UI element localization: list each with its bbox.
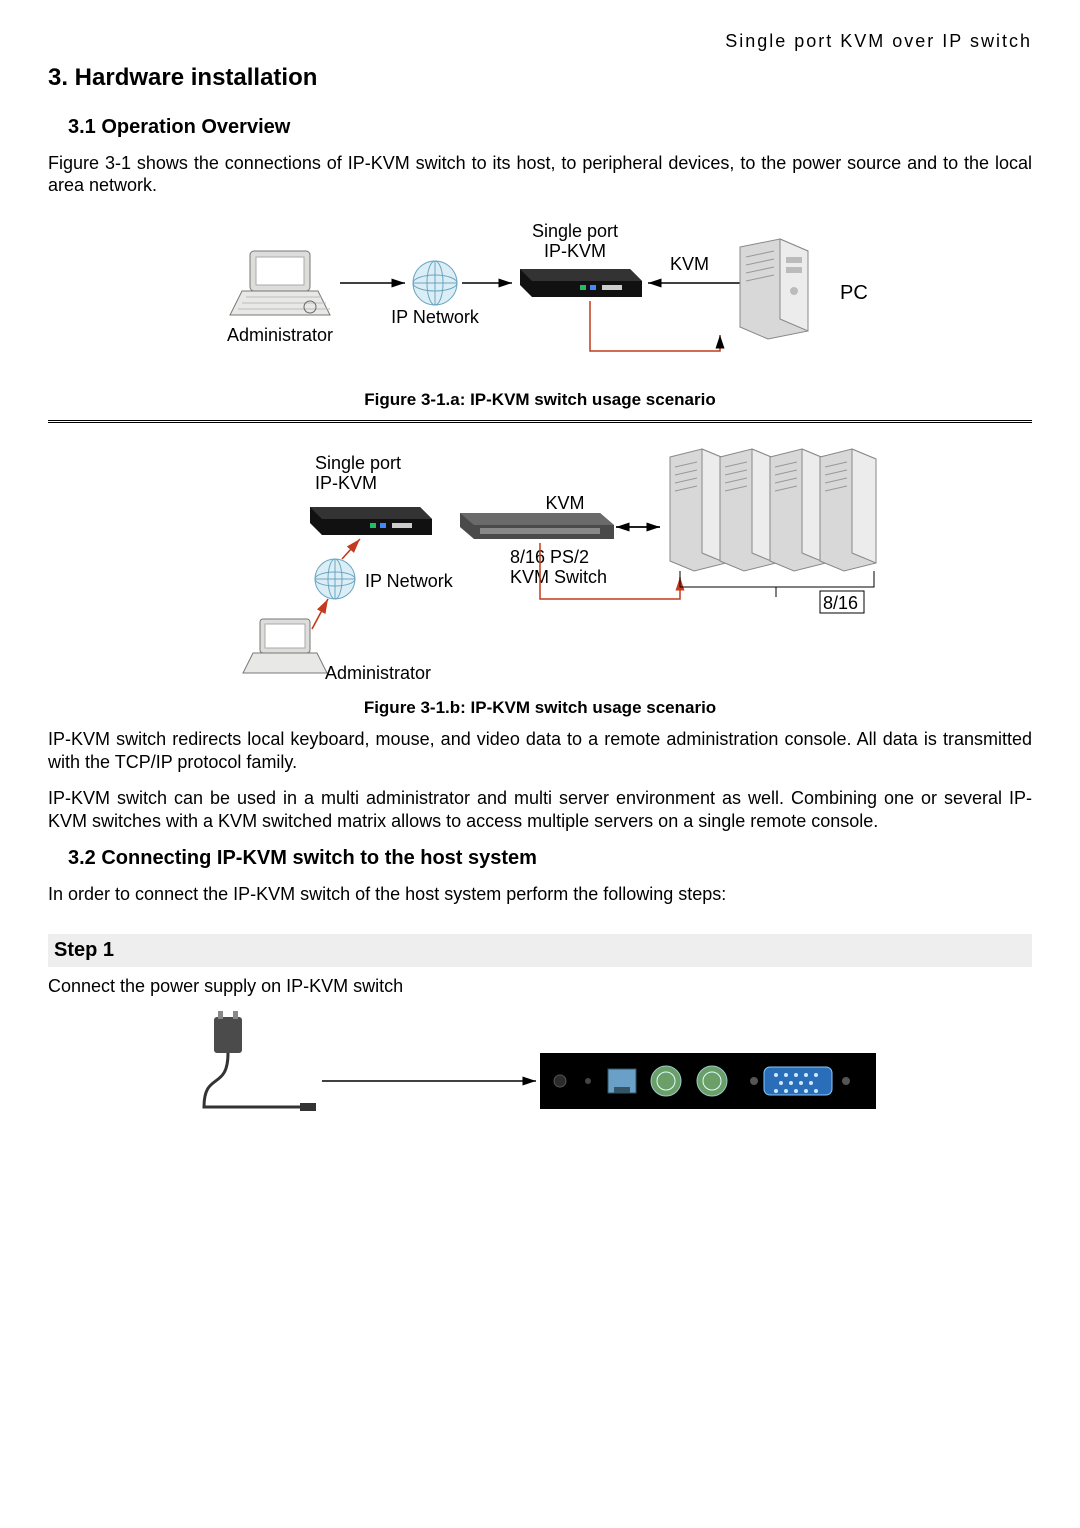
figure-3-1-b-caption: Figure 3-1.b: IP-KVM switch usage scenar… — [48, 697, 1032, 718]
running-header: Single port KVM over IP switch — [48, 30, 1032, 53]
ipkvm-box-icon — [520, 269, 642, 297]
kvm-switch-icon — [460, 513, 614, 539]
power-adapter-icon — [204, 1011, 316, 1111]
label-sp1b: Single port — [315, 453, 401, 473]
chapter-title: 3. Hardware installation — [48, 63, 1032, 93]
pc-tower-icon — [740, 239, 808, 339]
screw-icon — [750, 1077, 758, 1085]
label-ipnet: IP Network — [391, 307, 480, 327]
label-servers-count: 8/16 — [823, 593, 858, 613]
label-admin: Administrator — [227, 325, 333, 345]
section-3-1-para2: IP-KVM switch redirects local keyboard, … — [48, 728, 1032, 773]
section-3-1-para3: IP-KVM switch can be used in a multi adm… — [48, 787, 1032, 832]
dc-jack-icon — [554, 1075, 566, 1087]
ps2-port-icon — [651, 1066, 681, 1096]
server-tower-icon — [770, 449, 826, 571]
laptop-icon — [230, 251, 330, 315]
step1-title: Step 1 — [48, 934, 1032, 967]
laptop-icon-b — [243, 619, 327, 673]
label-sp2: IP-KVM — [544, 241, 606, 261]
label-sp1: Single port — [532, 221, 618, 241]
label-sw2: KVM Switch — [510, 567, 607, 587]
section-3-2-intro: In order to connect the IP-KVM switch of… — [48, 883, 1032, 906]
server-tower-icon — [820, 449, 876, 571]
label-sp2b: IP-KVM — [315, 473, 377, 493]
figure-3-1-a-caption: Figure 3-1.a: IP-KVM switch usage scenar… — [48, 389, 1032, 410]
label-ipnet-b: IP Network — [365, 571, 454, 591]
section-3-2-title: 3.2 Connecting IP-KVM switch to the host… — [68, 846, 1032, 871]
section-3-1-title: 3.1 Operation Overview — [68, 115, 1032, 140]
globe-icon — [413, 261, 457, 305]
ps2-port-icon — [697, 1066, 727, 1096]
label-admin-b: Administrator — [325, 663, 431, 683]
step1-figure — [48, 1011, 1032, 1131]
globe-icon-b — [315, 559, 355, 599]
server-tower-icon — [670, 449, 726, 571]
label-kvm-b: KVM — [545, 493, 584, 513]
ipkvm-box-icon-b — [310, 507, 432, 535]
label-pc: PC — [840, 282, 868, 304]
figure-3-1-b: Single port IP-KVM KVM 8/16 PS/2 KVM Swi… — [48, 439, 1032, 689]
screw-icon — [842, 1077, 850, 1085]
step1-text: Connect the power supply on IP-KVM switc… — [48, 975, 1032, 998]
label-kvm: KVM — [670, 254, 709, 274]
led-icon — [585, 1078, 591, 1084]
figure-3-1-a: Administrator IP Network Single port IP-… — [48, 211, 1032, 381]
server-tower-icon — [720, 449, 776, 571]
figure-divider — [48, 420, 1032, 423]
section-3-1-intro: Figure 3-1 shows the connections of IP-K… — [48, 152, 1032, 197]
label-sw1: 8/16 PS/2 — [510, 547, 589, 567]
